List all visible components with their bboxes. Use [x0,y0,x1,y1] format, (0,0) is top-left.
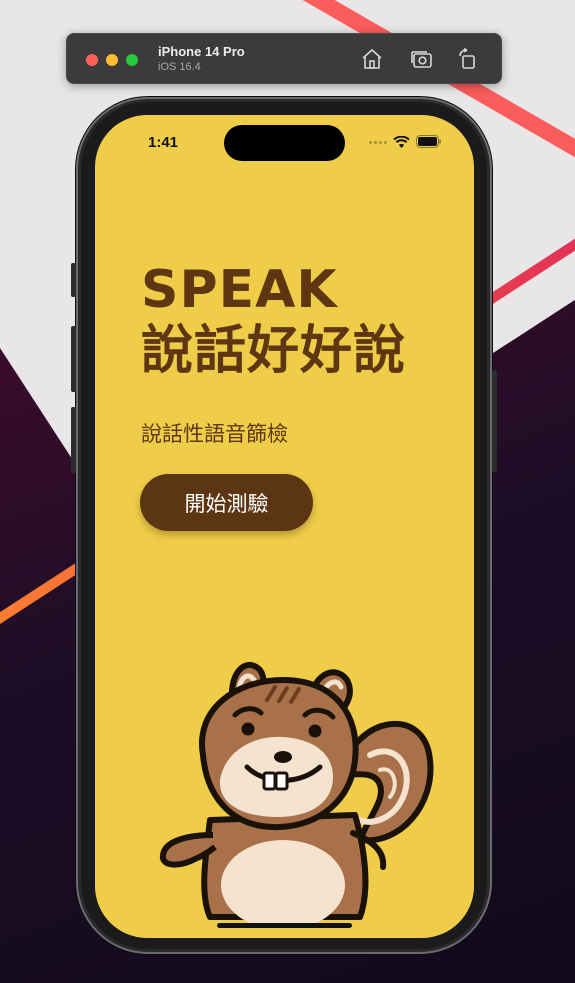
app-screen: 1:41 SPEAK 說話好好說 說話性語音篩檢 開始測驗 [95,115,474,938]
volume-up-button [71,326,76,392]
volume-down-button [71,407,76,473]
cellular-signal-icon [369,140,387,144]
minimize-window-button[interactable] [106,54,118,66]
wifi-icon [393,133,410,152]
device-name: iPhone 14 Pro [158,44,245,59]
simulator-title-bar: iPhone 14 Pro iOS 16.4 [66,33,502,84]
start-test-button[interactable]: 開始測驗 [140,474,313,531]
status-icons [369,133,442,152]
os-version: iOS 16.4 [158,61,201,73]
screenshot-icon[interactable] [410,47,434,71]
app-title-line1: SPEAK [141,260,338,320]
power-button [492,370,497,472]
action-button [71,263,76,297]
dynamic-island [224,125,345,161]
home-icon[interactable] [360,47,384,71]
zoom-window-button[interactable] [126,54,138,66]
app-title: SPEAK 說話好好說 [141,260,406,382]
rotate-icon[interactable] [456,47,480,71]
squirrel-illustration [159,661,434,925]
close-window-button[interactable] [86,54,98,66]
app-subtitle: 說話性語音篩檢 [141,422,288,446]
battery-icon [416,133,442,152]
status-time: 1:41 [148,134,179,151]
home-indicator[interactable] [217,923,352,928]
app-title-line2: 說話好好說 [141,321,407,381]
